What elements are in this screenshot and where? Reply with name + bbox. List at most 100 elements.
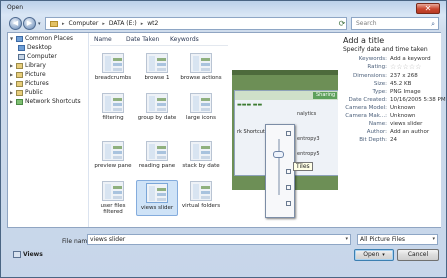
property-label: Size:: [373, 81, 387, 87]
property-author[interactable]: Author: Add an author: [339, 129, 439, 136]
navigation-pane: ▼ Common Places Desktop Computer ▶ Libra…: [8, 33, 89, 227]
file-item-selected[interactable]: views slider: [136, 180, 178, 216]
open-button[interactable]: Open ▾: [354, 249, 394, 261]
views-button[interactable]: Views: [13, 251, 43, 258]
chevron-down-icon[interactable]: ▾: [382, 252, 385, 258]
property-label: Keywords:: [358, 56, 387, 62]
file-label: group by date: [137, 115, 177, 121]
folder-icon: [16, 89, 23, 96]
sidebar-item-common-places[interactable]: ▼ Common Places: [10, 35, 73, 42]
file-name-input[interactable]: views slider ▾: [87, 234, 351, 245]
expand-arrow-icon[interactable]: ▶: [10, 72, 14, 77]
file-item[interactable]: browse 1: [136, 53, 178, 81]
file-type-select[interactable]: All Picture Files ▾: [357, 234, 438, 245]
sidebar-item-desktop[interactable]: Desktop: [18, 44, 52, 51]
file-item[interactable]: large icons: [180, 93, 222, 121]
close-button[interactable]: ✕: [416, 3, 440, 14]
preview-text: entropy5: [297, 151, 320, 157]
file-label: breadcrumbs: [94, 75, 132, 81]
search-icon[interactable]: ⌕: [431, 19, 435, 30]
file-thumbnail: [102, 181, 124, 201]
file-item[interactable]: stack by date: [180, 141, 222, 169]
library-icon: [16, 62, 23, 69]
property-value: Add a keyword: [390, 56, 431, 62]
folder-icon: [50, 20, 58, 27]
main-pane: ▼ Common Places Desktop Computer ▶ Libra…: [7, 32, 446, 228]
address-bar[interactable]: ▸ Computer ▸ DATA (E:) ▸ wt2: [45, 17, 347, 30]
sidebar-item-label: Network Shortcuts: [25, 98, 81, 105]
slider-knob[interactable]: [273, 151, 284, 158]
details-title[interactable]: Add a title: [343, 36, 384, 45]
chevron-down-icon[interactable]: ▾: [345, 235, 348, 244]
file-item[interactable]: breadcrumbs: [92, 53, 134, 81]
expand-arrow-icon[interactable]: ▶: [10, 99, 14, 104]
file-item[interactable]: reading pane: [136, 141, 178, 169]
slider-track[interactable]: [278, 139, 280, 195]
back-button[interactable]: ◀: [9, 17, 22, 30]
property-date-created: Date Created: 10/16/2005 5:38 PM: [339, 97, 445, 104]
file-thumbnail: [146, 53, 168, 73]
sidebar-item-label: Public: [25, 89, 43, 96]
open-dialog: Open ✕ ◀ ▶ ▾ ▸ Computer ▸ DATA (E:) ▸ wt…: [0, 0, 447, 278]
sidebar-item-pictures[interactable]: ▶ Pictures: [10, 80, 49, 87]
expand-arrow-icon[interactable]: ▼: [10, 36, 14, 41]
property-keywords[interactable]: Keywords: Add a keyword: [339, 56, 439, 63]
preview-text: rk Shortcuts: [237, 129, 268, 135]
sidebar-item-public[interactable]: ▶ Public: [10, 89, 43, 96]
property-value: PNG Image: [390, 89, 421, 95]
preview-text: entropy3: [297, 136, 320, 142]
sidebar-item-computer[interactable]: Computer: [18, 53, 57, 60]
breadcrumb-data-drive[interactable]: DATA (E:): [109, 20, 137, 27]
column-header-date-taken[interactable]: Date Taken: [126, 36, 159, 43]
expand-arrow-icon[interactable]: ▶: [10, 90, 14, 95]
file-thumbnail: [102, 141, 124, 161]
folder-icon: [16, 35, 23, 42]
breadcrumb-separator: ▸: [62, 20, 65, 27]
rating-stars-icon[interactable]: ☆☆☆☆☆: [390, 64, 421, 71]
property-label: Author:: [366, 129, 387, 135]
property-camera-maker: Camera Mak...: Unknown: [339, 113, 439, 120]
property-value: 10/16/2005 5:38 PM: [390, 97, 446, 103]
views-label: Views: [23, 251, 43, 258]
file-item[interactable]: filtering: [92, 93, 134, 121]
file-label: browse 1: [144, 75, 170, 81]
sidebar-item-network-shortcuts[interactable]: ▶ Network Shortcuts: [10, 98, 81, 105]
cancel-button[interactable]: Cancel: [397, 249, 439, 261]
column-header-keywords[interactable]: Keywords: [170, 36, 199, 43]
view-slider-popup: [265, 124, 295, 218]
desktop-icon: [18, 44, 25, 51]
file-item[interactable]: browse actions: [180, 53, 222, 81]
preview-sharing-tab: Sharing: [313, 92, 337, 99]
breadcrumb-computer[interactable]: Computer: [69, 20, 99, 27]
chevron-down-icon[interactable]: ▾: [432, 235, 435, 244]
property-name[interactable]: Name: views slider: [339, 121, 439, 128]
property-value: Unknown: [390, 113, 416, 119]
breadcrumb-wt2[interactable]: wt2: [147, 20, 158, 27]
file-item[interactable]: group by date: [136, 93, 178, 121]
property-camera-model: Camera Model: Unknown: [339, 105, 439, 112]
forward-button[interactable]: ▶: [23, 17, 36, 30]
details-pane: Add a title Specify date and time taken …: [339, 33, 446, 227]
details-subtitle[interactable]: Specify date and time taken: [343, 46, 428, 53]
breadcrumb-separator: ▸: [102, 20, 105, 27]
property-value: views slider: [390, 121, 423, 127]
refresh-icon[interactable]: ⟳: [337, 18, 347, 29]
file-thumbnail: [146, 141, 168, 161]
file-item[interactable]: preview pane: [92, 141, 134, 169]
sidebar-item-picture[interactable]: ▶ Picture: [10, 71, 46, 78]
column-header-name[interactable]: Name: [94, 36, 112, 43]
property-value: 237 x 268: [390, 73, 418, 79]
search-input[interactable]: Search ⌕: [351, 17, 439, 30]
property-value: 45.2 KB: [390, 81, 412, 87]
file-thumbnail: [190, 181, 212, 201]
expand-arrow-icon[interactable]: ▶: [10, 63, 14, 68]
file-item[interactable]: virtual folders: [180, 181, 222, 209]
property-label: Date Created:: [348, 97, 387, 103]
details-icon: [286, 185, 291, 190]
expand-arrow-icon[interactable]: ▶: [10, 81, 14, 86]
sidebar-item-library[interactable]: ▶ Library: [10, 62, 46, 69]
preview-image: Sharing ▬▬▬ ▬▬ nalytics rk Shortcuts ent…: [232, 70, 338, 218]
history-dropdown-icon[interactable]: ▾: [38, 21, 41, 27]
file-item[interactable]: user files filtered: [92, 181, 134, 215]
property-rating[interactable]: Rating: ☆☆☆☆☆: [339, 64, 439, 71]
